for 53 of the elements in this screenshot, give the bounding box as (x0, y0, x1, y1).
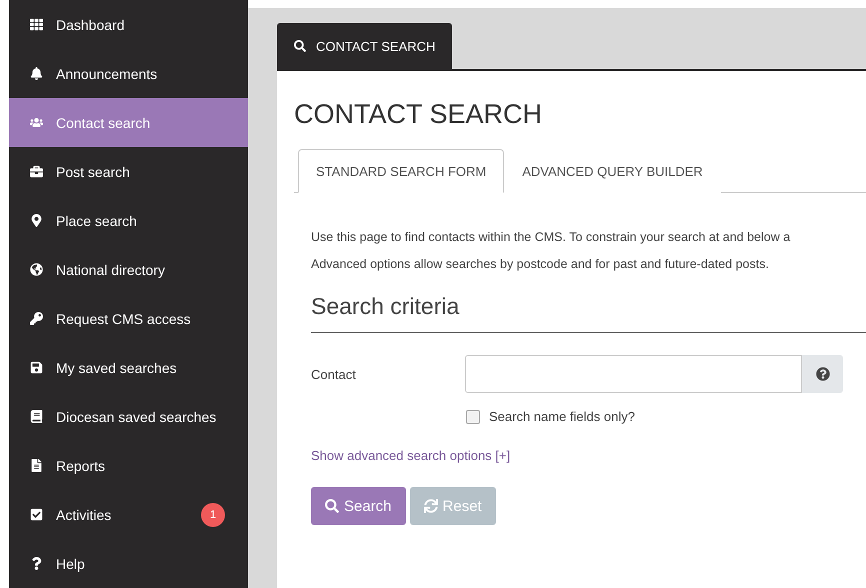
grid-icon (29, 18, 43, 31)
checkbox-label: Search name fields only? (489, 409, 635, 424)
search-icon (294, 40, 306, 52)
intro-text: Use this page to find contacts within the CMS. To constrain your search at and below a (311, 230, 792, 244)
map-pin-icon (29, 214, 43, 227)
globe-icon (29, 263, 43, 276)
intro-text: Advanced options allow searches by postcode and for past and future-dated posts. (311, 257, 770, 271)
advanced-options-link[interactable]: Show advanced search options [+] (311, 448, 510, 463)
sidebar-item-label: Place search (56, 212, 137, 228)
search-icon (325, 499, 339, 513)
checkbox[interactable] (466, 410, 480, 424)
sidebar-item[interactable]: Place search (9, 196, 248, 245)
search-button[interactable]: Search (311, 487, 406, 525)
sidebar-item-label: Diocesan saved searches (56, 408, 216, 424)
sidebar-item-label: My saved searches (56, 360, 177, 376)
sidebar-item-label: Request CMS access (56, 310, 191, 326)
key-icon (29, 312, 43, 325)
sidebar-item[interactable]: Contact search (9, 98, 248, 147)
sidebar-item-label: Help (56, 556, 85, 572)
sidebar-item[interactable]: Reports (9, 441, 248, 490)
sidebar-item[interactable]: Dashboard (9, 0, 248, 49)
sidebar-item-label: Activities (56, 506, 112, 522)
question-mark-icon (816, 367, 830, 381)
sidebar-item[interactable]: Post search (9, 147, 248, 196)
document-icon (29, 459, 43, 472)
page-tab-label: CONTACT SEARCH (316, 38, 436, 54)
contact-input-field[interactable] (465, 355, 802, 393)
sidebar-item-label: National directory (56, 262, 165, 278)
book-icon (29, 410, 43, 423)
sidebar-item[interactable]: Diocesan saved searches (9, 392, 248, 441)
sidebar-item[interactable]: Request CMS access (9, 294, 248, 343)
sidebar-item[interactable]: National directory (9, 245, 248, 294)
people-icon (29, 116, 43, 129)
bell-icon (29, 67, 43, 80)
field-label: Contact (311, 366, 357, 382)
sidebar-item-label: Post search (56, 164, 130, 180)
page-title: CONTACT SEARCH (294, 99, 544, 130)
page-tab[interactable]: CONTACT SEARCH (277, 23, 452, 69)
sidebar-item-label: Announcements (56, 66, 158, 82)
section-title: Search criteria (311, 293, 866, 333)
count-badge: 1 (201, 502, 225, 526)
sidebar-item-label: Reports (56, 458, 106, 474)
sidebar-item[interactable]: Activities 1 (9, 490, 248, 539)
sidebar-item-label: Contact search (56, 114, 150, 130)
sidebar-item[interactable]: My saved searches (9, 343, 248, 392)
help-button[interactable] (802, 355, 843, 393)
checkbox-icon (29, 508, 43, 521)
sidebar-item-label: Dashboard (56, 16, 124, 32)
sidebar-item[interactable]: Announcements (9, 49, 248, 98)
briefcase-icon (29, 165, 43, 178)
refresh-icon (424, 499, 438, 513)
form-tab[interactable]: STANDARD SEARCH FORM (298, 149, 504, 193)
sidebar-item[interactable]: Help (9, 539, 248, 588)
